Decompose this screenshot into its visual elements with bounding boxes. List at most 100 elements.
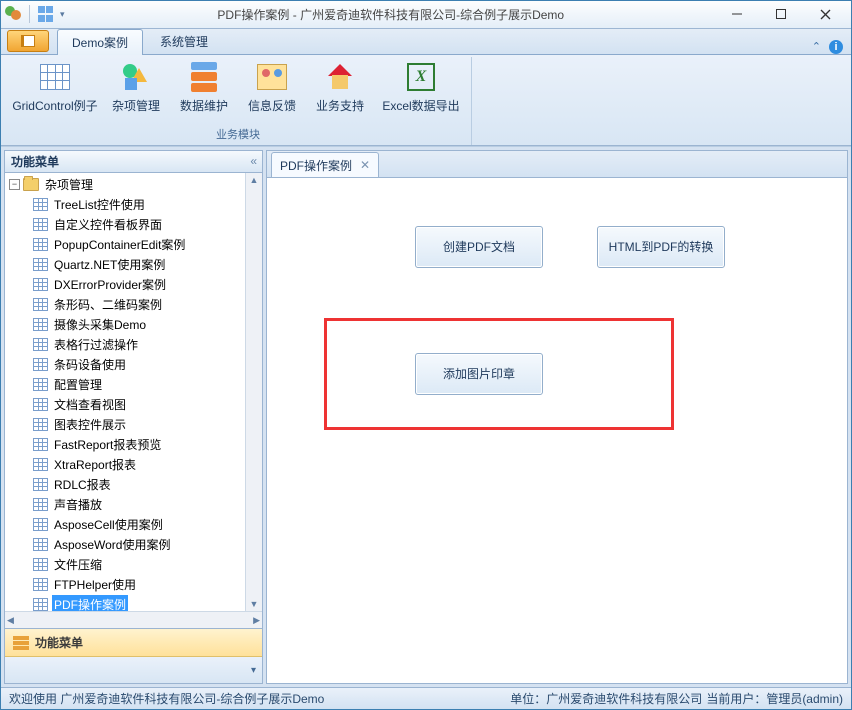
grid-icon (33, 458, 48, 471)
grid-icon (33, 258, 48, 271)
tree[interactable]: − 杂项管理 TreeList控件使用自定义控件看板界面PopupContain… (5, 173, 262, 612)
tree-item[interactable]: DXErrorProvider案例 (33, 275, 262, 295)
quick-access-dropdown[interactable]: ▾ (58, 9, 67, 20)
horizontal-scrollbar[interactable]: ◀▶ (5, 611, 262, 628)
tree-item-label: PopupContainerEdit案例 (52, 235, 187, 255)
minimize-button[interactable] (715, 1, 759, 27)
shapes-icon (121, 62, 151, 92)
ribbon-item-datamaint[interactable]: 数据维护 (171, 57, 237, 124)
sidebar-navbar-item[interactable]: 功能菜单 (5, 629, 262, 657)
ribbon-body: GridControl例子 杂项管理 数据维护 信息反馈 业务支持 X Exce… (1, 55, 851, 146)
tree-item[interactable]: AsposeWord使用案例 (33, 535, 262, 555)
sidebar-collapse-icon[interactable]: « (250, 154, 256, 168)
tree-item[interactable]: PopupContainerEdit案例 (33, 235, 262, 255)
tree-item-label: 条码设备使用 (52, 355, 128, 375)
grid-icon (33, 398, 48, 411)
close-button[interactable] (803, 1, 847, 27)
button-label: 添加图片印章 (443, 365, 515, 382)
ribbon-tab-system[interactable]: 系统管理 (145, 28, 223, 54)
close-icon[interactable]: ✕ (360, 158, 370, 172)
tree-root-node[interactable]: − 杂项管理 (9, 175, 262, 195)
tree-item[interactable]: 摄像头采集Demo (33, 315, 262, 335)
maximize-button[interactable] (759, 1, 803, 27)
sidebar-overflow[interactable]: ▾ (5, 657, 262, 683)
tree-item-label: AsposeCell使用案例 (52, 515, 165, 535)
tree-item-label: 声音播放 (52, 495, 104, 515)
grid-icon (33, 518, 48, 531)
grid-icon (33, 358, 48, 371)
tree-item-label: 图表控件展示 (52, 415, 128, 435)
ribbon-item-gridcontrol[interactable]: GridControl例子 (9, 57, 101, 124)
tree-item[interactable]: FTPHelper使用 (33, 575, 262, 595)
tree-item-label: 配置管理 (52, 375, 104, 395)
ribbon-item-miscmgr[interactable]: 杂项管理 (103, 57, 169, 124)
grid-icon (33, 378, 48, 391)
doc-tab-label: PDF操作案例 (280, 157, 352, 174)
tree-item[interactable]: 条形码、二维码案例 (33, 295, 262, 315)
tree-item[interactable]: 表格行过滤操作 (33, 335, 262, 355)
ribbon-tab-demo[interactable]: Demo案例 (57, 29, 143, 55)
grid-icon (33, 498, 48, 511)
ribbon-group-label: 业务模块 (216, 124, 260, 145)
ribbon-item-bizsupport[interactable]: 业务支持 (307, 57, 373, 124)
html-to-pdf-button[interactable]: HTML到PDF的转换 (597, 226, 725, 268)
excel-icon: X (407, 63, 435, 91)
workspace: 功能菜单 « − 杂项管理 TreeList控件使用自定义控件看板界面Popup… (1, 146, 851, 687)
status-left: 欢迎使用 广州爱奇迪软件科技有限公司-综合例子展示Demo (9, 690, 324, 707)
tree-item-label: PDF操作案例 (52, 595, 128, 612)
info-icon[interactable]: i (829, 40, 843, 54)
sidebar-title-label: 功能菜单 (11, 153, 59, 170)
grid-icon (33, 478, 48, 491)
grid-icon (33, 558, 48, 571)
tree-item[interactable]: 自定义控件看板界面 (33, 215, 262, 235)
grid-icon (33, 318, 48, 331)
grid-icon (33, 578, 48, 591)
tree-item[interactable]: Quartz.NET使用案例 (33, 255, 262, 275)
data-icon (191, 62, 217, 92)
tree-item[interactable]: 条码设备使用 (33, 355, 262, 375)
file-button[interactable] (7, 30, 49, 52)
tree-item-label: Quartz.NET使用案例 (52, 255, 167, 275)
tree-item[interactable]: 配置管理 (33, 375, 262, 395)
grid-icon (33, 438, 48, 451)
doc-body: 创建PDF文档 HTML到PDF的转换 添加图片印章 (266, 177, 848, 684)
tree-item[interactable]: AsposeCell使用案例 (33, 515, 262, 535)
grid-icon (33, 338, 48, 351)
grid-icon (33, 418, 48, 431)
vertical-scrollbar[interactable]: ▲▼ (245, 173, 262, 612)
ribbon-item-label: GridControl例子 (12, 97, 97, 114)
doc-tab-pdf[interactable]: PDF操作案例 ✕ (271, 152, 379, 178)
ribbon-item-feedback[interactable]: 信息反馈 (239, 57, 305, 124)
tree-item[interactable]: FastReport报表预览 (33, 435, 262, 455)
tree-item[interactable]: PDF操作案例 (33, 595, 262, 612)
ribbon-collapse-icon[interactable]: ⌃ (812, 40, 821, 53)
create-pdf-button[interactable]: 创建PDF文档 (415, 226, 543, 268)
tree-item[interactable]: 图表控件展示 (33, 415, 262, 435)
tree-item-label: RDLC报表 (52, 475, 113, 495)
ribbon-group-biz: GridControl例子 杂项管理 数据维护 信息反馈 业务支持 X Exce… (5, 57, 472, 145)
tree-item-label: 条形码、二维码案例 (52, 295, 164, 315)
tree-item[interactable]: 文档查看视图 (33, 395, 262, 415)
ribbon-item-excel[interactable]: X Excel数据导出 (375, 57, 467, 124)
tree-item[interactable]: TreeList控件使用 (33, 195, 262, 215)
expander-icon[interactable]: − (9, 179, 20, 190)
tree-item[interactable]: 声音播放 (33, 495, 262, 515)
tree-item[interactable]: RDLC报表 (33, 475, 262, 495)
tree-root-label: 杂项管理 (43, 175, 95, 195)
ribbon-item-label: 业务支持 (316, 97, 364, 114)
quick-access-icon[interactable] (38, 6, 54, 22)
window-title: PDF操作案例 - 广州爱奇迪软件科技有限公司-综合例子展示Demo (67, 6, 715, 23)
tree-item[interactable]: XtraReport报表 (33, 455, 262, 475)
button-label: HTML到PDF的转换 (609, 238, 714, 255)
doc-tabs: PDF操作案例 ✕ (266, 150, 848, 177)
sidebar: 功能菜单 « − 杂项管理 TreeList控件使用自定义控件看板界面Popup… (4, 150, 263, 684)
grid-icon (33, 198, 48, 211)
tree-item-label: FTPHelper使用 (52, 575, 138, 595)
grid-icon (33, 538, 48, 551)
tree-item-label: AsposeWord使用案例 (52, 535, 172, 555)
tree-item[interactable]: 文件压缩 (33, 555, 262, 575)
sidebar-navbar-label: 功能菜单 (35, 634, 83, 651)
add-image-stamp-button[interactable]: 添加图片印章 (415, 353, 543, 395)
tree-item-label: XtraReport报表 (52, 455, 138, 475)
ribbon-item-label: 杂项管理 (112, 97, 160, 114)
